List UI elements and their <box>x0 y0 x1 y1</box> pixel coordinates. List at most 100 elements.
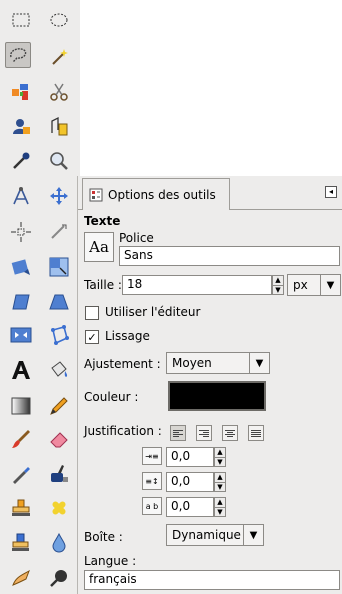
ellipse-select-icon <box>50 13 68 27</box>
gradient-icon <box>11 397 31 415</box>
color-label: Couleur : <box>84 390 139 404</box>
color-select-icon <box>12 84 28 100</box>
tab-menu-icon[interactable]: ◂ <box>325 186 337 198</box>
use-editor-label: Utiliser l'éditeur <box>105 305 201 319</box>
brush-icon <box>12 430 30 448</box>
size-input[interactable]: 18 <box>122 275 272 295</box>
hinting-value: Moyen <box>172 356 212 370</box>
heal-icon <box>52 501 66 515</box>
fuzzy-select-tool[interactable] <box>46 44 72 70</box>
eraser-tool[interactable] <box>46 426 72 452</box>
perspective-tool[interactable] <box>46 289 72 315</box>
bucket-fill-tool[interactable] <box>46 357 72 383</box>
ellipse-select-tool[interactable] <box>46 7 72 33</box>
color-picker-tool[interactable] <box>8 148 34 174</box>
color-swatch-button[interactable] <box>168 381 266 411</box>
dodge-burn-icon <box>50 570 67 587</box>
eyedropper-icon <box>13 152 30 169</box>
line-spacing-spinner[interactable]: ▲ ▼ <box>214 472 226 492</box>
rect-select-tool[interactable] <box>8 7 34 33</box>
antialias-checkbox[interactable]: ✓ <box>85 330 99 344</box>
toolbox <box>0 0 80 594</box>
chevron-down-icon: ▼ <box>243 525 263 545</box>
airbrush-icon <box>13 467 30 484</box>
magnifier-icon <box>50 152 68 170</box>
scale-tool[interactable] <box>46 254 72 280</box>
justify-right-button[interactable] <box>196 425 212 441</box>
pencil-icon <box>50 397 68 415</box>
dodge-burn-tool[interactable] <box>46 565 72 591</box>
bucket-icon <box>51 361 68 377</box>
language-input[interactable]: français <box>84 570 340 590</box>
tool-options-icon <box>89 188 103 201</box>
crop-tool[interactable] <box>46 219 72 245</box>
shear-icon <box>12 294 30 310</box>
box-select[interactable]: Dynamique ▼ <box>166 524 264 546</box>
perspective-clone-tool[interactable] <box>8 530 34 556</box>
scale-icon <box>49 257 69 277</box>
ink-tool[interactable] <box>46 461 72 487</box>
antialias-label: Lissage <box>105 329 150 343</box>
cage-icon <box>51 325 69 345</box>
clone-tool[interactable] <box>8 495 34 521</box>
hinting-label: Ajustement : <box>84 357 161 371</box>
use-editor-checkbox[interactable] <box>85 306 99 320</box>
justify-left-button[interactable] <box>170 425 186 441</box>
line-spacing-input[interactable]: 0,0 <box>166 472 214 492</box>
font-preview-button[interactable]: Aa <box>84 232 114 262</box>
letter-spacing-input[interactable]: 0,0 <box>166 497 214 517</box>
chevron-down-icon: ▼ <box>320 275 340 295</box>
tab-tool-options[interactable]: Options des outils <box>82 178 230 210</box>
text-tool[interactable] <box>8 357 34 383</box>
pencil-tool[interactable] <box>46 393 72 419</box>
size-unit-select[interactable]: px ▼ <box>287 274 341 296</box>
hinting-select[interactable]: Moyen ▼ <box>166 352 270 374</box>
size-spinner[interactable]: ▲ ▼ <box>272 275 284 295</box>
language-label: Langue : <box>84 554 137 568</box>
paintbrush-tool[interactable] <box>8 426 34 452</box>
blend-tool[interactable] <box>8 393 34 419</box>
foreground-select-icon <box>13 119 30 134</box>
justify-center-button[interactable] <box>222 425 238 441</box>
scissors-select-tool[interactable] <box>46 79 72 105</box>
move-tool[interactable] <box>46 183 72 209</box>
perspective-clone-icon <box>12 533 29 551</box>
smudge-tool[interactable] <box>8 565 34 591</box>
heal-tool[interactable] <box>46 495 72 521</box>
zoom-tool[interactable] <box>46 148 72 174</box>
rectangle-select-icon <box>12 13 30 27</box>
blur-sharpen-tool[interactable] <box>46 530 72 556</box>
flip-tool[interactable] <box>8 322 34 348</box>
indent-spinner[interactable]: ▲ ▼ <box>214 447 226 467</box>
paths-icon <box>51 116 68 136</box>
line-spacing-icon: ≡↕ <box>142 472 162 490</box>
drop-icon <box>52 532 66 553</box>
airbrush-tool[interactable] <box>8 461 34 487</box>
smudge-icon <box>12 569 30 586</box>
tab-label: Options des outils <box>108 187 216 202</box>
cage-tool[interactable] <box>46 322 72 348</box>
box-label: Boîte : <box>84 530 123 544</box>
letter-spacing-spinner[interactable]: ▲ ▼ <box>214 497 226 517</box>
align-icon <box>11 222 31 242</box>
flip-icon <box>10 327 32 343</box>
indent-input[interactable]: 0,0 <box>166 447 214 467</box>
free-select-tool[interactable] <box>5 42 31 68</box>
align-tool[interactable] <box>8 219 34 245</box>
foreground-select-tool[interactable] <box>8 113 34 139</box>
measure-tool[interactable] <box>8 183 34 209</box>
shear-tool[interactable] <box>8 289 34 315</box>
font-input[interactable]: Sans <box>119 246 340 266</box>
stamp-icon <box>12 499 30 516</box>
lasso-icon <box>10 48 27 63</box>
rotate-tool[interactable] <box>8 254 34 280</box>
section-title: Texte <box>84 214 121 228</box>
box-value: Dynamique <box>172 528 241 542</box>
justify-fill-button[interactable] <box>248 425 264 441</box>
size-label: Taille : <box>84 278 122 292</box>
paths-tool[interactable] <box>46 113 72 139</box>
font-label: Police <box>119 231 154 245</box>
perspective-icon <box>49 294 69 310</box>
scissors-icon <box>50 83 68 101</box>
select-by-color-tool[interactable] <box>8 79 34 105</box>
